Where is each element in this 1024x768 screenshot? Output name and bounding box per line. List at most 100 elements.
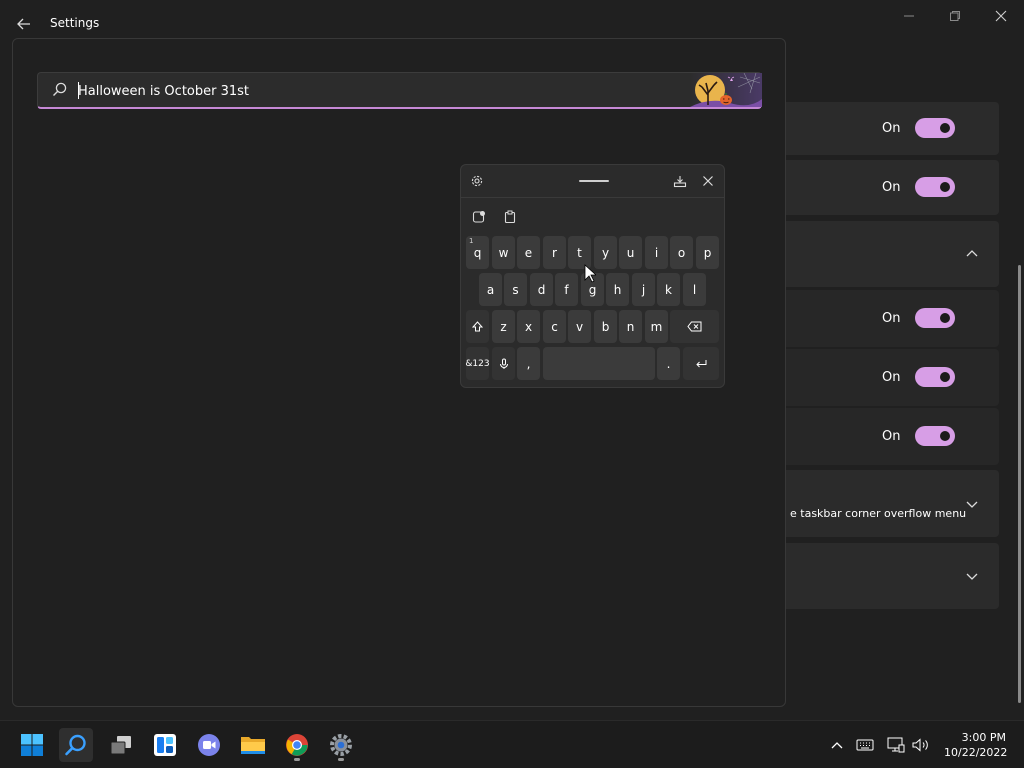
setting-row-1: On: [786, 102, 999, 155]
keyboard-close-button[interactable]: [699, 172, 717, 190]
comma-key[interactable]: ,: [517, 347, 540, 380]
enter-icon: [696, 359, 707, 367]
keyboard-settings-button[interactable]: [468, 172, 486, 190]
keyboard-header: [461, 165, 724, 198]
setting-row-3: On: [786, 290, 999, 347]
chevron-down-icon[interactable]: [964, 568, 980, 584]
close-button[interactable]: [978, 0, 1024, 32]
running-indicator: [338, 758, 344, 761]
chevron-down-icon[interactable]: [964, 496, 980, 512]
key-p[interactable]: p: [696, 236, 719, 269]
key-j[interactable]: j: [632, 273, 655, 306]
toggle-switch[interactable]: [915, 426, 955, 446]
chevron-up-icon[interactable]: [964, 246, 980, 262]
clock[interactable]: 3:00 PM 10/22/2022: [944, 730, 1008, 760]
setting-row-last: [786, 543, 999, 609]
minimize-button[interactable]: [886, 0, 932, 32]
keyboard-drag-handle[interactable]: [579, 180, 609, 182]
key-r[interactable]: r: [543, 236, 566, 269]
key-k[interactable]: k: [657, 273, 680, 306]
key-h[interactable]: h: [606, 273, 629, 306]
enter-key[interactable]: [683, 347, 719, 380]
backspace-key[interactable]: [670, 310, 719, 343]
toggle-switch[interactable]: [915, 367, 955, 387]
key-f[interactable]: f: [555, 273, 578, 306]
chrome-button[interactable]: [280, 728, 314, 762]
key-m[interactable]: m: [645, 310, 668, 343]
symbols-key[interactable]: &123: [465, 347, 490, 380]
taskbar-search-button[interactable]: [59, 728, 93, 762]
key-d[interactable]: d: [530, 273, 553, 306]
key-e[interactable]: e: [517, 236, 540, 269]
toggle-state-label: On: [882, 180, 901, 195]
emoji-button[interactable]: [470, 208, 488, 226]
gear-icon: [471, 175, 483, 187]
search-input[interactable]: [78, 79, 678, 103]
key-a[interactable]: a: [479, 273, 502, 306]
key-o[interactable]: o: [670, 236, 693, 269]
text-caret: [78, 82, 79, 99]
clock-time: 3:00 PM: [961, 731, 1006, 744]
toggle-state-label: On: [882, 370, 901, 385]
chat-icon: [198, 734, 220, 756]
search-box[interactable]: [37, 72, 762, 109]
spacebar[interactable]: [543, 347, 655, 380]
key-v[interactable]: v: [568, 310, 591, 343]
start-button[interactable]: [15, 728, 49, 762]
teams-chat-button[interactable]: [192, 728, 226, 762]
volume-button[interactable]: [911, 735, 931, 755]
key-c[interactable]: c: [543, 310, 566, 343]
show-hidden-icons-button[interactable]: [827, 735, 847, 755]
back-arrow-icon: [17, 18, 30, 30]
key-u[interactable]: u: [619, 236, 642, 269]
toggle-state-label: On: [882, 121, 901, 136]
toggle-switch[interactable]: [915, 177, 955, 197]
touch-keyboard-button[interactable]: [855, 735, 875, 755]
minimize-icon: [904, 15, 914, 17]
gear-icon: [330, 734, 352, 756]
key-b[interactable]: b: [594, 310, 617, 343]
key-w[interactable]: w: [492, 236, 515, 269]
task-view-icon: [110, 736, 131, 755]
key-l[interactable]: l: [683, 273, 706, 306]
file-explorer-button[interactable]: [236, 728, 270, 762]
setting-row-overflow: e taskbar corner overflow menu: [786, 470, 999, 537]
toggle-switch[interactable]: [915, 308, 955, 328]
windows-logo-icon: [21, 734, 43, 756]
title-bar: Settings: [0, 0, 1024, 40]
microphone-icon: [499, 358, 508, 369]
mouse-pointer-icon: [584, 264, 596, 283]
key-q[interactable]: 1q: [466, 236, 489, 269]
network-icon: [887, 737, 905, 753]
dock-icon: [673, 176, 687, 188]
period-key[interactable]: .: [657, 347, 680, 380]
clock-date: 10/22/2022: [944, 746, 1008, 759]
restore-button[interactable]: [932, 0, 978, 32]
restore-icon: [950, 11, 960, 21]
clipboard-button[interactable]: [501, 208, 519, 226]
toggle-switch[interactable]: [915, 118, 955, 138]
key-n[interactable]: n: [619, 310, 642, 343]
scrollbar[interactable]: [1018, 265, 1021, 703]
key-y[interactable]: y: [594, 236, 617, 269]
microphone-key[interactable]: [492, 347, 515, 380]
search-icon: [65, 734, 86, 756]
backspace-icon: [687, 321, 702, 332]
task-view-button[interactable]: [104, 728, 138, 762]
toggle-state-label: On: [882, 311, 901, 326]
widgets-button[interactable]: [148, 728, 182, 762]
key-s[interactable]: s: [504, 273, 527, 306]
setting-row-4: On: [786, 349, 999, 406]
shift-key[interactable]: [466, 310, 489, 343]
network-button[interactable]: [886, 735, 906, 755]
keyboard-dock-button[interactable]: [671, 172, 689, 190]
key-i[interactable]: i: [645, 236, 668, 269]
settings-app-button[interactable]: [324, 728, 358, 762]
toggle-state-label: On: [882, 429, 901, 444]
key-x[interactable]: x: [517, 310, 540, 343]
widgets-icon: [154, 734, 176, 756]
chrome-icon: [286, 734, 308, 756]
key-z[interactable]: z: [492, 310, 515, 343]
back-button[interactable]: [12, 12, 36, 36]
close-icon: [703, 176, 713, 186]
